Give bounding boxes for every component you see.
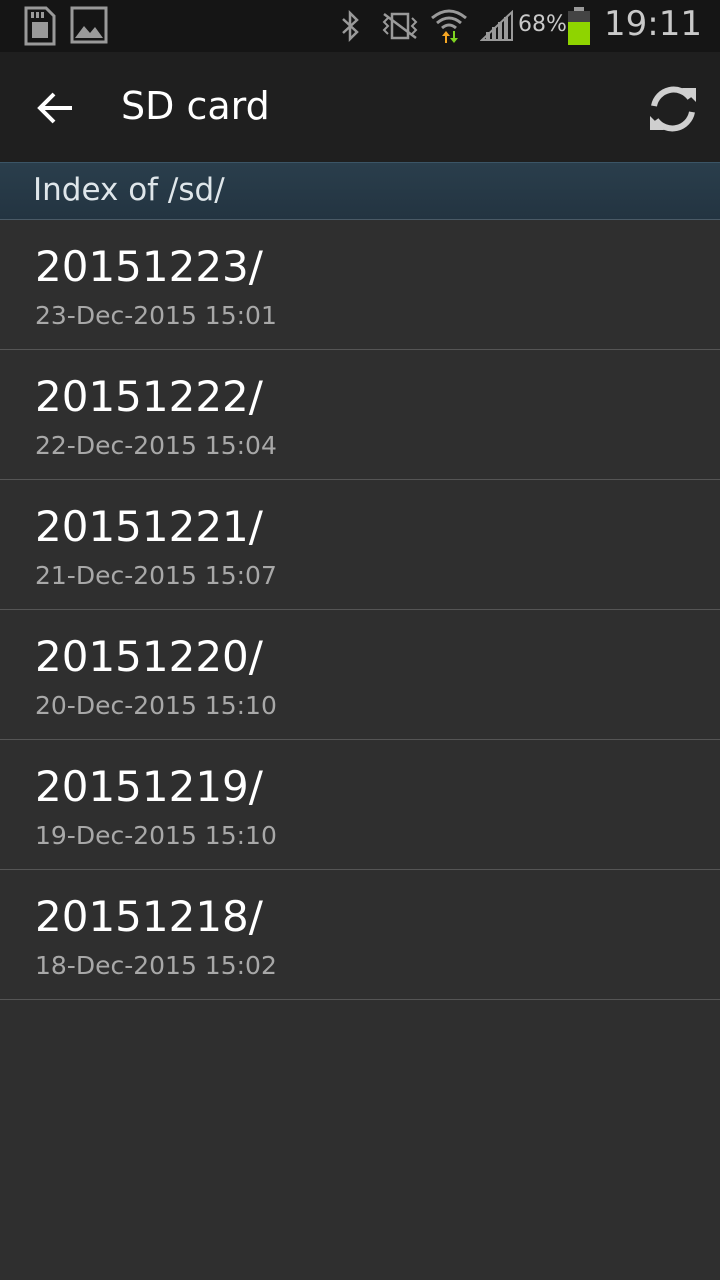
list-item[interactable]: 20151220/ 20-Dec-2015 15:10: [0, 610, 720, 740]
folder-name: 20151219/: [35, 762, 263, 811]
bluetooth-icon: [342, 10, 359, 42]
list-item[interactable]: 20151219/ 19-Dec-2015 15:10: [0, 740, 720, 870]
list-item[interactable]: 20151218/ 18-Dec-2015 15:02: [0, 870, 720, 1000]
app-bar: SD card: [0, 52, 720, 162]
folder-date: 18-Dec-2015 15:02: [35, 951, 277, 980]
page-title: SD card: [121, 84, 270, 128]
folder-name: 20151218/: [35, 892, 263, 941]
clock: 19:11: [604, 4, 702, 44]
index-header: Index of /sd/: [0, 162, 720, 220]
folder-date: 19-Dec-2015 15:10: [35, 821, 277, 850]
folder-date: 20-Dec-2015 15:10: [35, 691, 277, 720]
list-item[interactable]: 20151222/ 22-Dec-2015 15:04: [0, 350, 720, 480]
folder-name: 20151220/: [35, 632, 263, 681]
folder-date: 23-Dec-2015 15:01: [35, 301, 277, 330]
folder-date: 21-Dec-2015 15:07: [35, 561, 277, 590]
folder-name: 20151223/: [35, 242, 263, 291]
file-list: 20151223/ 23-Dec-2015 15:01 20151222/ 22…: [0, 220, 720, 1000]
vibrate-icon: [382, 12, 418, 40]
folder-name: 20151221/: [35, 502, 263, 551]
battery-icon: [568, 7, 590, 45]
status-bar: 68% 19:11: [0, 0, 720, 52]
folder-name: 20151222/: [35, 372, 263, 421]
arrow-left-icon: [37, 92, 72, 124]
gallery-icon: [70, 6, 108, 44]
list-item[interactable]: 20151223/ 23-Dec-2015 15:01: [0, 220, 720, 350]
list-item[interactable]: 20151221/ 21-Dec-2015 15:07: [0, 480, 720, 610]
refresh-icon: [651, 86, 695, 132]
signal-icon: [480, 10, 513, 41]
wifi-icon: [431, 9, 467, 43]
index-header-label: Index of /sd/: [33, 172, 225, 208]
folder-date: 22-Dec-2015 15:04: [35, 431, 277, 460]
back-button[interactable]: [30, 82, 82, 134]
battery-percent: 68%: [518, 12, 567, 37]
sim-card-icon: [24, 6, 56, 46]
refresh-button[interactable]: [642, 78, 704, 140]
